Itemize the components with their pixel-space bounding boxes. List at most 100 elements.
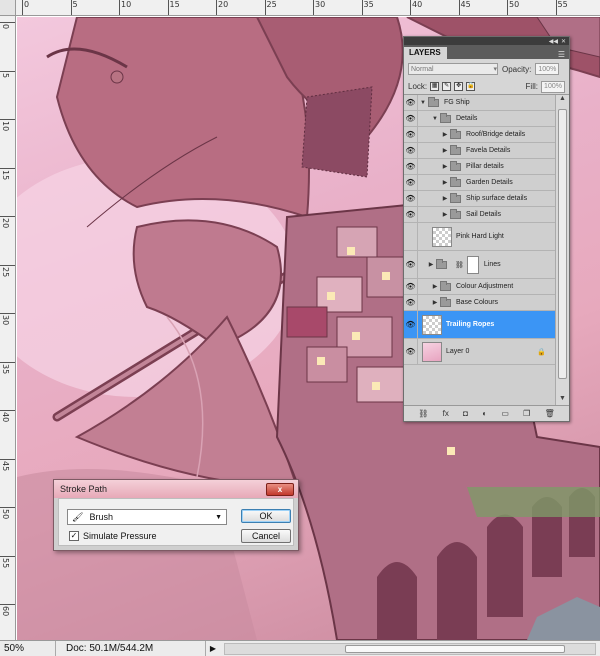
layer-row[interactable]: 👁 ▶ Pillar details (404, 159, 556, 175)
scroll-thumb[interactable] (558, 109, 567, 379)
layer-row[interactable]: 👁 ▶ Ship surface details (404, 191, 556, 207)
brush-icon: 🖌 (72, 511, 84, 522)
delete-layer-icon[interactable]: 🗑 (545, 409, 555, 418)
ruler-tick-label: 5 (72, 0, 78, 9)
zoom-field[interactable]: 50% (0, 641, 56, 656)
folder-icon (450, 176, 461, 187)
visibility-eye-icon[interactable]: 👁 (404, 159, 418, 174)
ruler-tick-label: 50 (509, 0, 520, 9)
layer-lock-icon: 🔒 (537, 348, 546, 356)
layer-row[interactable]: 👁 ▶ ⛓ Lines (404, 251, 556, 279)
scroll-up-icon[interactable]: ▲ (556, 95, 569, 107)
visibility-eye-icon[interactable]: 👁 (404, 207, 418, 222)
tab-layers[interactable]: LAYERS (404, 47, 447, 59)
layer-thumbnail (422, 314, 442, 335)
visibility-eye-icon[interactable]: 👁 (404, 339, 418, 364)
checkbox-box[interactable]: ✓ (69, 531, 79, 541)
collapse-triangle-icon[interactable]: ▶ (440, 163, 450, 170)
ruler-tick-label: 15 (1, 169, 10, 180)
visibility-eye-icon[interactable]: 👁 (404, 251, 418, 278)
layer-row[interactable]: 👁 ▶ Roof/Bridge details (404, 127, 556, 143)
visibility-eye-icon[interactable]: 👁 (404, 279, 418, 294)
horizontal-scrollbar[interactable] (224, 642, 596, 655)
blend-opacity-row: Normal ▾ Opacity: 100% (404, 59, 569, 79)
collapse-triangle-icon[interactable]: ▶ (430, 299, 440, 306)
collapse-triangle-icon[interactable]: ▶ (430, 283, 440, 290)
expand-triangle-icon[interactable]: ▼ (418, 100, 428, 106)
ruler-tick (0, 507, 15, 508)
visibility-eye-icon[interactable]: 👁 (404, 111, 418, 126)
visibility-eye-icon[interactable]: 👁 (404, 127, 418, 142)
ruler-tick-label: 10 (121, 0, 132, 9)
dialog-titlebar[interactable]: Stroke Path x (54, 480, 298, 498)
visibility-eye-icon[interactable]: 👁 (404, 143, 418, 158)
fill-field[interactable]: 100% (541, 80, 565, 93)
layer-row[interactable]: 👁 ▶ Base Colours (404, 295, 556, 311)
ruler-tick-label: 0 (1, 24, 10, 30)
layer-row[interactable]: 👁 ▶ Sail Details (404, 207, 556, 223)
collapse-triangle-icon[interactable]: ▶ (440, 211, 450, 218)
link-layers-icon[interactable]: ⛓ (418, 409, 428, 418)
ok-button[interactable]: OK (241, 509, 291, 523)
collapse-triangle-icon[interactable]: ▶ (440, 131, 450, 138)
new-group-icon[interactable]: ▭ (501, 409, 509, 418)
ruler-tick (0, 410, 15, 411)
layer-style-icon[interactable]: fx (443, 409, 449, 418)
panel-tabbar: LAYERS ☰ (404, 45, 569, 59)
visibility-eye-icon[interactable]: 👁 (404, 191, 418, 206)
layer-name: Colour Adjustment (456, 283, 514, 290)
lock-all-icon[interactable]: 🔒 (466, 82, 476, 91)
ruler-tick (361, 0, 363, 15)
layer-row[interactable]: Pink Hard Light (404, 223, 556, 251)
blend-mode-select[interactable]: Normal ▾ (408, 63, 498, 75)
opacity-label: Opacity: (502, 64, 532, 74)
visibility-eye-empty[interactable] (404, 223, 418, 250)
panel-close-icon[interactable]: ✕ (561, 38, 566, 45)
collapse-triangle-icon[interactable]: ▶ (440, 147, 450, 154)
ruler-origin[interactable] (0, 0, 16, 16)
layer-row[interactable]: 👁 Layer 0 🔒 (404, 339, 556, 365)
close-button[interactable]: x (266, 482, 294, 496)
mask-thumbnail[interactable] (466, 255, 479, 274)
collapse-triangle-icon[interactable]: ▶ (426, 261, 436, 268)
ruler-tick-label: 5 (1, 72, 10, 78)
opacity-field[interactable]: 100% (535, 63, 560, 75)
close-icon: x (277, 484, 283, 494)
dialog-title: Stroke Path (60, 484, 108, 494)
layer-row[interactable]: 👁 ▶ Colour Adjustment (404, 279, 556, 295)
ruler-tick-label: 20 (1, 218, 10, 229)
collapse-triangle-icon[interactable]: ▶ (440, 195, 450, 202)
layers-scrollbar[interactable]: ▲ ▼ (555, 95, 569, 407)
lock-position-icon[interactable]: ✥ (454, 82, 464, 91)
visibility-eye-icon[interactable]: 👁 (404, 295, 418, 310)
scroll-thumb[interactable] (345, 644, 565, 653)
ruler-tick (0, 458, 15, 460)
lock-transparency-icon[interactable]: ▦ (430, 82, 440, 91)
tool-select[interactable]: 🖌 Brush ▼ (67, 509, 227, 525)
simulate-pressure-checkbox[interactable]: ✓ Simulate Pressure (69, 531, 157, 541)
visibility-eye-icon[interactable]: 👁 (404, 311, 418, 338)
ruler-horizontal: 0 5 10 15 20 25 30 35 40 45 50 55 (0, 0, 600, 16)
expand-triangle-icon[interactable]: ▼ (430, 116, 440, 122)
lock-pixels-icon[interactable]: ✎ (442, 82, 452, 91)
cancel-button[interactable]: Cancel (241, 529, 291, 543)
adjustment-layer-icon[interactable]: ◐ (482, 409, 487, 418)
visibility-eye-icon[interactable]: 👁 (404, 95, 418, 110)
layer-name: Ship surface details (466, 195, 528, 202)
panel-menu-icon[interactable]: ☰ (558, 50, 569, 59)
status-menu-arrow-icon[interactable]: ▶ (206, 644, 220, 653)
layer-row[interactable]: 👁 ▼ Details (404, 111, 556, 127)
new-layer-icon[interactable]: ❐ (523, 409, 530, 418)
layer-name: Base Colours (456, 299, 499, 306)
layer-row[interactable]: 👁 ▶ Garden Details (404, 175, 556, 191)
layer-row[interactable]: 👁 ▶ Favela Details (404, 143, 556, 159)
visibility-eye-icon[interactable]: 👁 (404, 175, 418, 190)
layer-row-selected[interactable]: 👁 Trailing Ropes (404, 311, 556, 339)
collapse-icon[interactable]: ◀◀ (549, 38, 558, 45)
collapse-triangle-icon[interactable]: ▶ (440, 179, 450, 186)
add-mask-icon[interactable]: ◘ (463, 409, 468, 418)
doc-size[interactable]: Doc: 50.1M/544.2M (56, 641, 206, 656)
link-chain-icon[interactable]: ⛓ (455, 261, 464, 269)
layer-row[interactable]: 👁 ▼ FG Ship (404, 95, 556, 111)
lock-fill-row: Lock: ▦ ✎ ✥ 🔒 Fill: 100% (404, 79, 569, 95)
